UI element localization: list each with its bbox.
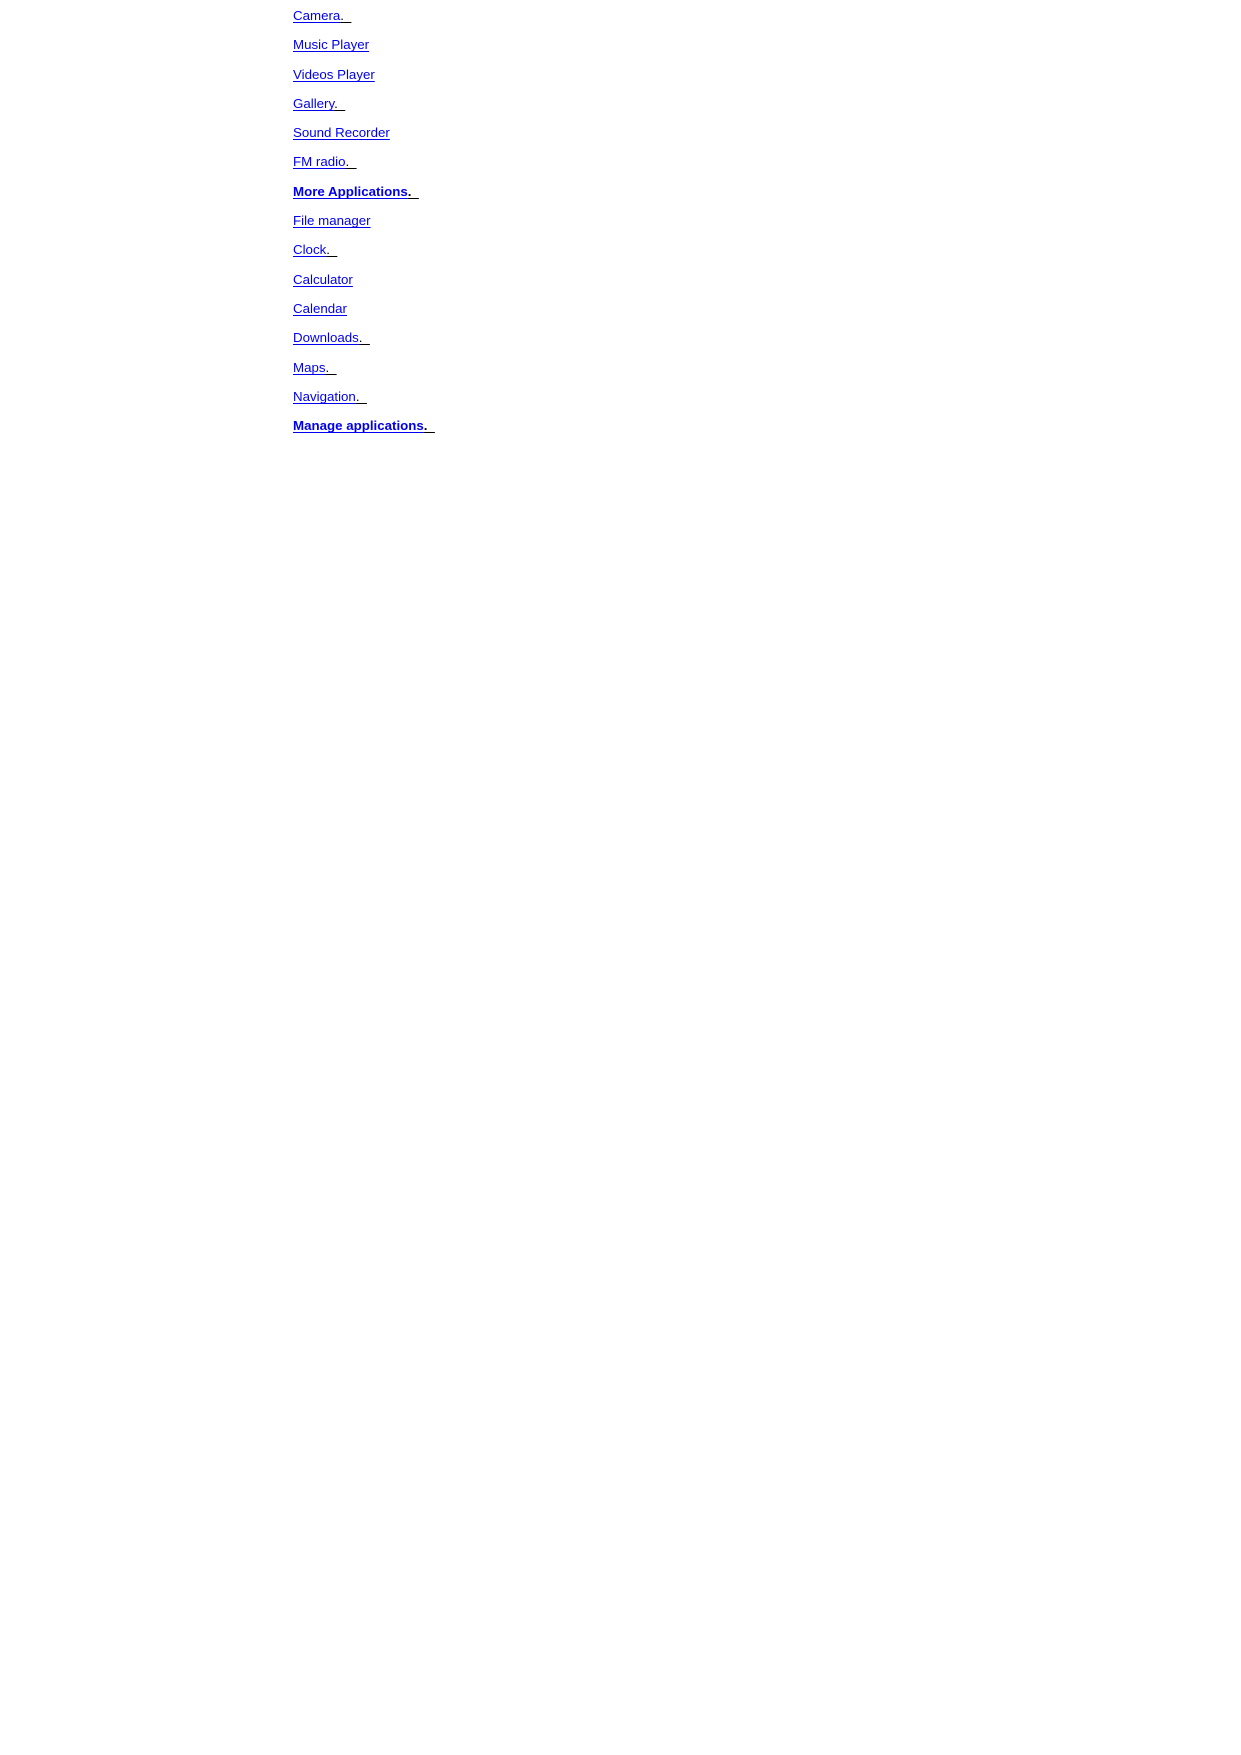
app-link-calculator[interactable]: Calculator [293, 272, 353, 287]
link-row: File manager [293, 212, 1113, 241]
app-link-more-applications[interactable]: More Applications [293, 184, 408, 199]
link-trailing-punctuation: . [423, 418, 435, 434]
app-link-maps[interactable]: Maps [293, 360, 326, 375]
app-link-file-manager[interactable]: File manager [293, 213, 371, 228]
document-page: Camera. Music Player Videos Player Gallery… [0, 0, 1241, 1755]
link-trailing-punctuation: . [340, 8, 352, 23]
app-link-camera[interactable]: Camera [293, 8, 340, 23]
app-link-calendar[interactable]: Calendar [293, 301, 347, 316]
app-link-music-player[interactable]: Music Player [293, 37, 369, 52]
link-row: Videos Player [293, 66, 1113, 95]
link-row: Camera. [293, 7, 1113, 36]
link-trailing-punctuation: . [358, 330, 370, 346]
app-link-gallery[interactable]: Gallery [293, 96, 334, 111]
link-row: Gallery. [293, 95, 1113, 124]
link-trailing-punctuation: . [325, 359, 337, 375]
link-row: Maps. [293, 359, 1113, 388]
app-link-sound-recorder[interactable]: Sound Recorder [293, 125, 390, 140]
app-link-videos-player[interactable]: Videos Player [293, 67, 375, 82]
link-row: FM radio. [293, 153, 1113, 182]
link-row: Clock. [293, 241, 1113, 270]
app-link-navigation[interactable]: Navigation [293, 389, 356, 404]
link-row: Sound Recorder [293, 124, 1113, 153]
link-trailing-punctuation: . [326, 242, 338, 258]
link-row: More Applications. [293, 183, 1113, 212]
link-list: Camera. Music Player Videos Player Gallery… [293, 7, 1113, 446]
app-link-fm-radio[interactable]: FM radio [293, 154, 345, 169]
link-row: Calculator [293, 271, 1113, 300]
link-row: Downloads. [293, 329, 1113, 358]
link-row: Music Player [293, 36, 1113, 65]
link-trailing-punctuation: . [407, 183, 419, 199]
link-row: Manage applications. [293, 417, 1113, 446]
link-row: Calendar [293, 300, 1113, 329]
link-trailing-punctuation: . [345, 154, 357, 170]
link-row: Navigation. [293, 388, 1113, 417]
link-trailing-punctuation: . [334, 95, 346, 111]
app-link-manage-applications[interactable]: Manage applications [293, 418, 424, 433]
app-link-clock[interactable]: Clock [293, 242, 326, 257]
link-trailing-punctuation: . [355, 388, 367, 404]
app-link-downloads[interactable]: Downloads [293, 330, 359, 345]
